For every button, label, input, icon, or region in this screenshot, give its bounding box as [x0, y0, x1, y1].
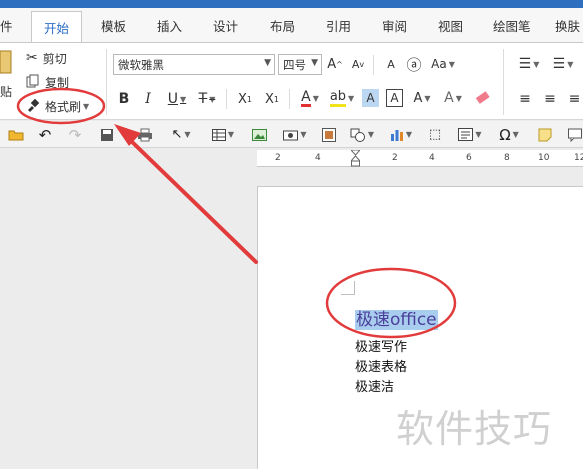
tab-template[interactable]: 模板: [101, 16, 126, 35]
screenshot-icon[interactable]: ▼: [282, 125, 308, 144]
font-name-value: 微软雅黑: [118, 58, 164, 72]
ruler-number: 10: [538, 153, 550, 163]
ruler-number: 2: [275, 153, 281, 163]
align-right-icon[interactable]: ≡: [566, 89, 583, 109]
superscript-icon[interactable]: X1: [261, 89, 283, 109]
paste-label[interactable]: 贴: [0, 83, 12, 100]
ruler-number: 4: [315, 153, 321, 163]
eraser-icon[interactable]: [472, 87, 494, 109]
bullets-icon[interactable]: ☰ ▼: [514, 53, 544, 75]
align-left-icon[interactable]: ≡: [516, 89, 534, 109]
copy-button[interactable]: 复制: [26, 73, 69, 91]
quick-access-toolbar: ↶ ↷ ↖ ▼ ▼ ▼ ▼ ▼ ⬚ ▼ Ω ▼: [0, 121, 583, 148]
ribbon-home: 贴 ✂ 剪切 复制 格式刷 ▼ 微软雅黑 ▼ 四号 ▼ A ^ Av A ⓐ Aa…: [0, 42, 583, 120]
chevron-down-icon: ▼: [264, 58, 271, 68]
shapes-icon[interactable]: ▼: [348, 125, 376, 144]
ruler-number: 4: [429, 153, 435, 163]
document-line[interactable]: 极速写作: [355, 336, 407, 355]
watermark-text: 软件技巧: [396, 407, 553, 451]
tab-review[interactable]: 审阅: [382, 16, 407, 35]
grow-font-icon[interactable]: A ^: [327, 55, 343, 73]
ribbon-tabs: 件 开始 模板 插入 设计 布局 引用 审阅 视图 绘图笔 换肤: [0, 8, 583, 43]
group-divider: [503, 49, 504, 115]
font-size-select[interactable]: 四号 ▼: [278, 54, 322, 75]
tab-insert[interactable]: 插入: [157, 16, 182, 35]
ruler-number: 6: [466, 153, 472, 163]
italic-icon[interactable]: I: [140, 89, 156, 109]
table-icon[interactable]: ▼: [210, 125, 236, 144]
highlight-color-icon[interactable]: ab ▼: [328, 87, 356, 109]
tab-view[interactable]: 视图: [438, 16, 463, 35]
ruler-number: 12: [574, 153, 583, 163]
save-icon[interactable]: [98, 125, 116, 144]
document-line[interactable]: 极速表格: [355, 356, 407, 375]
group-divider: [289, 89, 290, 109]
open-folder-icon[interactable]: [7, 125, 25, 144]
align-center-icon[interactable]: ≡: [541, 89, 559, 109]
char-shading-icon[interactable]: A: [362, 89, 379, 107]
tab-references[interactable]: 引用: [326, 16, 351, 35]
enclosed-char-icon[interactable]: ⓐ: [404, 53, 424, 75]
ruler-number: 8: [504, 153, 510, 163]
document-line-highlighted[interactable]: 极速office: [355, 305, 438, 330]
tab-home[interactable]: 开始: [31, 11, 83, 43]
bold-icon[interactable]: B: [116, 89, 132, 109]
tab-layout[interactable]: 布局: [270, 16, 295, 35]
document-line[interactable]: 极速洁: [355, 376, 394, 395]
copy-icon: [26, 74, 40, 91]
undo-icon[interactable]: ↶: [36, 125, 54, 144]
select-pointer-icon[interactable]: ↖ ▼: [168, 125, 194, 144]
select-object-icon[interactable]: ⬚: [426, 125, 444, 144]
chevron-down-icon: ▼: [83, 101, 90, 111]
shrink-font-icon[interactable]: Av: [350, 55, 366, 73]
ruler-number: 2: [392, 153, 398, 163]
picture-icon[interactable]: [250, 125, 268, 144]
tab-design[interactable]: 设计: [213, 16, 238, 35]
horizontal-ruler[interactable]: 2 4 2 4 6 8 10 12: [257, 149, 583, 167]
margin-corner-mark: [341, 281, 355, 295]
numbering-icon[interactable]: ☰ ▼: [548, 53, 578, 75]
font-name-select[interactable]: 微软雅黑 ▼: [113, 54, 275, 75]
text-effects-icon[interactable]: A ▼: [440, 87, 466, 109]
tab-skin[interactable]: 换肤: [555, 16, 580, 35]
paste-icon[interactable]: [0, 49, 12, 75]
indent-marker[interactable]: [349, 149, 362, 167]
char-border-icon[interactable]: A: [386, 89, 403, 107]
annotation-arrow-shaft: [125, 135, 258, 264]
title-bar: [0, 0, 583, 8]
group-divider: [226, 89, 227, 109]
group-divider: [106, 49, 107, 115]
subscript-icon[interactable]: X1: [234, 89, 256, 109]
font-color-icon[interactable]: A ▼: [296, 87, 324, 109]
chevron-down-icon: ▼: [311, 58, 318, 68]
symbol-icon[interactable]: Ω ▼: [496, 125, 522, 144]
format-painter-button[interactable]: 格式刷 ▼: [26, 97, 89, 115]
tab-file[interactable]: 件: [0, 16, 13, 35]
print-icon[interactable]: [136, 125, 154, 144]
chart-icon[interactable]: ▼: [388, 125, 414, 144]
format-painter-label: 格式刷: [45, 99, 82, 114]
group-divider: [373, 55, 374, 75]
strikethrough-icon[interactable]: T ▼: [194, 89, 220, 109]
cut-button[interactable]: ✂ 剪切: [26, 49, 67, 67]
redo-icon[interactable]: ↷: [66, 125, 84, 144]
font-size-value: 四号: [283, 58, 306, 72]
copy-label: 复制: [45, 75, 70, 90]
text-box-icon[interactable]: ▼: [456, 125, 484, 144]
brush-icon: [26, 98, 40, 115]
change-case-icon[interactable]: Aa ▼: [428, 53, 458, 75]
comment-icon[interactable]: [566, 125, 583, 144]
cut-label: 剪切: [42, 51, 67, 66]
underline-icon[interactable]: U ▼: [164, 89, 190, 109]
gallery-icon[interactable]: [320, 125, 338, 144]
tab-draw[interactable]: 绘图笔: [493, 16, 531, 35]
scissors-icon: ✂: [26, 50, 38, 66]
sticky-note-icon[interactable]: [536, 125, 554, 144]
emphasis-mark-icon[interactable]: A ▼: [410, 87, 434, 109]
phonetic-guide-icon[interactable]: A: [380, 53, 402, 75]
